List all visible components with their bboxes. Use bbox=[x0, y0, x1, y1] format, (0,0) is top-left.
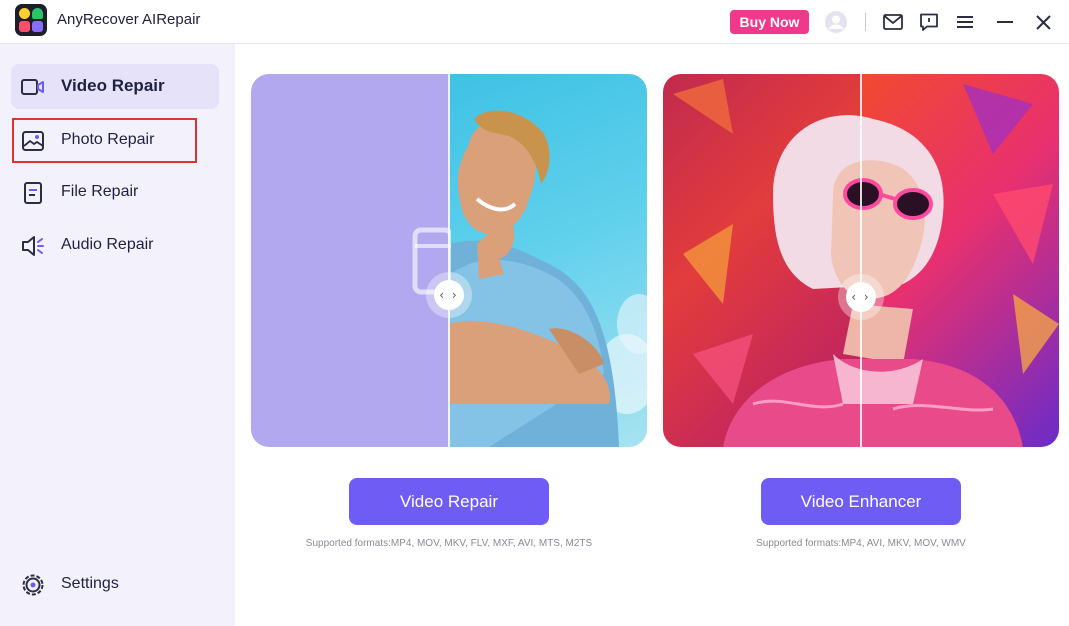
user-avatar-icon[interactable] bbox=[824, 10, 848, 34]
video-camera-icon bbox=[21, 75, 45, 99]
chevron-left-right-icon: ‹ › bbox=[434, 280, 464, 310]
video-repair-button[interactable]: Video Repair bbox=[349, 478, 549, 525]
app-title: AnyRecover AIRepair bbox=[57, 11, 201, 28]
supported-formats-text: Supported formats:MP4, MOV, MKV, FLV, MX… bbox=[305, 538, 593, 549]
video-enhancer-preview: ‹ › bbox=[663, 74, 1059, 447]
sidebar-item-label: Audio Repair bbox=[61, 236, 154, 253]
sidebar-item-label: Photo Repair bbox=[61, 131, 155, 148]
sidebar-item-photo-repair[interactable]: Photo Repair bbox=[12, 118, 197, 163]
compare-slider-handle[interactable]: ‹ › bbox=[426, 272, 472, 318]
sidebar-item-label: File Repair bbox=[61, 183, 139, 200]
minimize-icon[interactable] bbox=[993, 10, 1017, 34]
sidebar-item-audio-repair[interactable]: Audio Repair bbox=[11, 223, 219, 268]
sidebar-item-label: Video Repair bbox=[61, 76, 165, 95]
document-icon bbox=[21, 181, 45, 205]
chevron-left-right-icon: ‹ › bbox=[846, 282, 876, 312]
man-illustration bbox=[449, 110, 647, 447]
speaker-icon bbox=[21, 234, 45, 258]
compare-slider-handle[interactable]: ‹ › bbox=[838, 274, 884, 320]
sidebar-item-file-repair[interactable]: File Repair bbox=[11, 170, 219, 215]
compare-divider bbox=[448, 74, 450, 447]
buy-now-button[interactable]: Buy Now bbox=[730, 10, 809, 34]
feedback-icon[interactable] bbox=[917, 10, 941, 34]
video-repair-preview: ‹ › bbox=[251, 74, 647, 447]
sidebar-item-settings[interactable]: Settings bbox=[11, 562, 219, 607]
compare-divider bbox=[860, 74, 862, 447]
close-icon[interactable] bbox=[1031, 10, 1055, 34]
supported-formats-text: Supported formats:MP4, AVI, MKV, MOV, WM… bbox=[756, 538, 966, 549]
menu-icon[interactable] bbox=[953, 10, 977, 34]
sidebar: Video Repair Photo Repair File Repair Au… bbox=[0, 44, 235, 626]
mail-icon[interactable] bbox=[881, 10, 905, 34]
title-bar: AnyRecover AIRepair Buy Now bbox=[0, 0, 1069, 44]
gear-icon bbox=[21, 573, 45, 597]
sidebar-item-label: Settings bbox=[61, 575, 119, 592]
photo-icon bbox=[21, 129, 45, 153]
app-logo bbox=[15, 4, 47, 36]
titlebar-separator bbox=[865, 13, 866, 31]
sidebar-item-video-repair[interactable]: Video Repair bbox=[11, 64, 219, 109]
video-enhancer-button[interactable]: Video Enhancer bbox=[761, 478, 961, 525]
